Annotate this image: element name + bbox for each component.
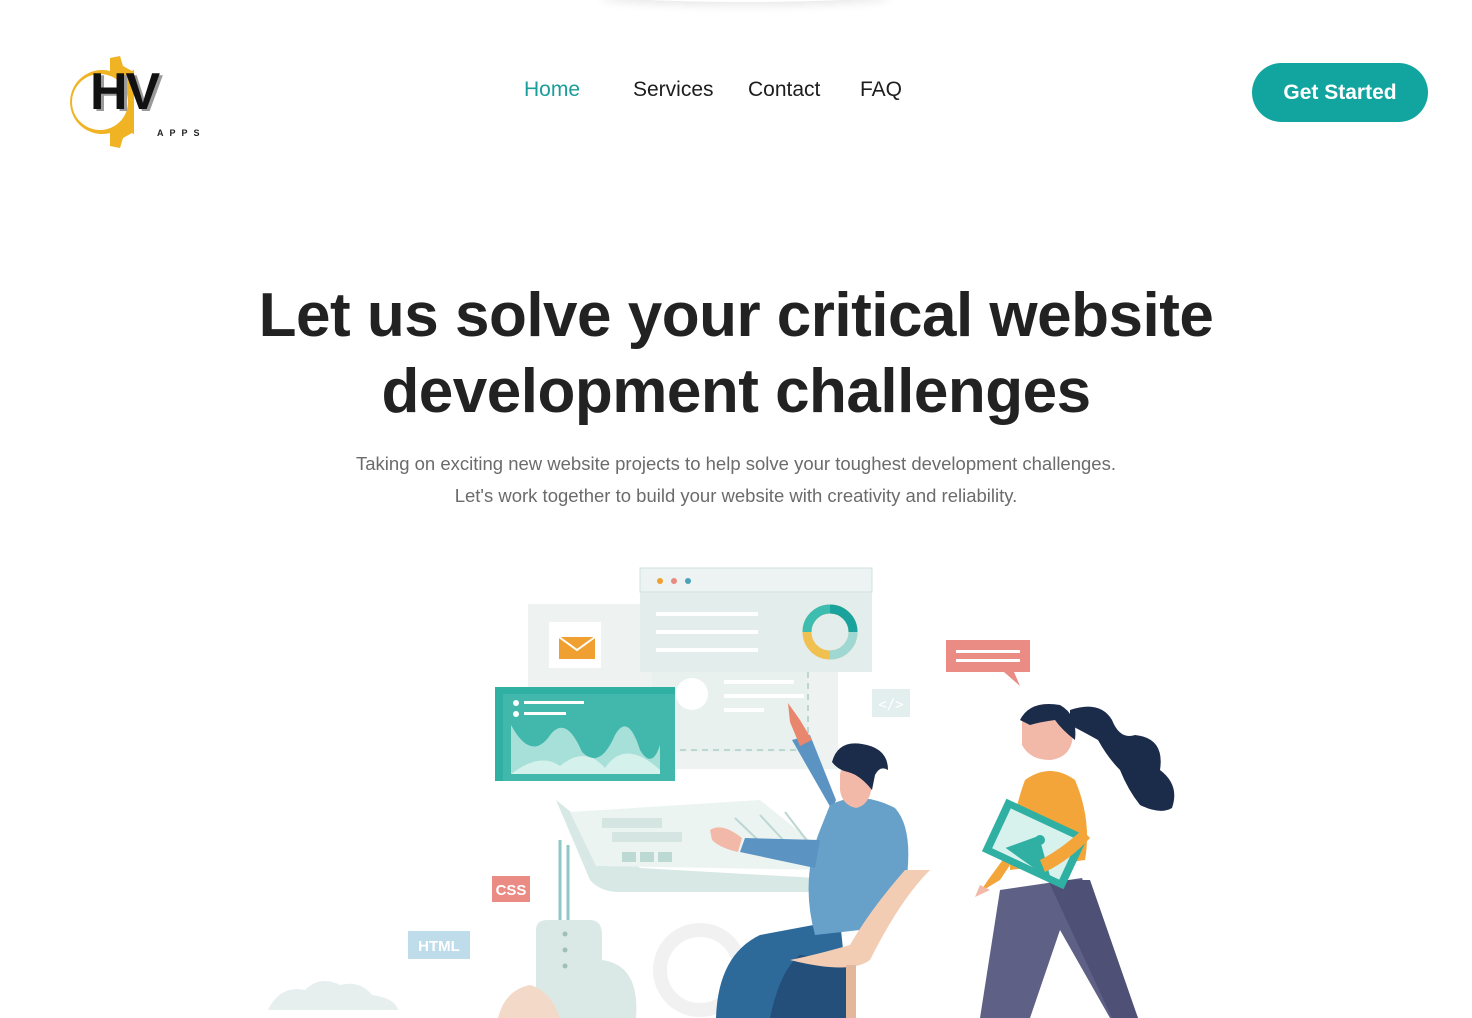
brand-logo[interactable]: HV APPS: [54, 44, 214, 162]
nav-item-home[interactable]: Home: [524, 78, 580, 102]
logo-subtext: APPS: [157, 128, 206, 138]
speech-bubble-icon: [946, 640, 1030, 686]
code-tag: </>: [878, 697, 903, 713]
hero-subtitle-line-2: Let's work together to build your websit…: [454, 485, 1018, 506]
chart-card-graphic: [495, 687, 675, 781]
hero-subtitle: Taking on exciting new website projects …: [286, 448, 1186, 512]
woman-figure: [975, 704, 1175, 1018]
hero-title-line-2: development challenges: [381, 357, 1091, 426]
get-started-button[interactable]: Get Started: [1252, 63, 1428, 122]
hero-title: Let us solve your critical website devel…: [236, 278, 1236, 430]
hero-illustration: </> CSS HTML: [268, 567, 1175, 1018]
html-tag: HTML: [418, 938, 460, 955]
nav-item-contact[interactable]: Contact: [748, 78, 820, 102]
site-header: HV APPS Home Services Contact FAQ Get St…: [0, 0, 1472, 180]
css-tag: CSS: [496, 882, 527, 899]
browser-window-graphic: [639, 567, 873, 672]
hero-title-line-1: Let us solve your critical website: [258, 281, 1214, 350]
hero-subtitle-line-1: Taking on exciting new website projects …: [356, 453, 1116, 474]
nav-item-faq[interactable]: FAQ: [860, 78, 902, 102]
cloud-icon: [268, 981, 398, 1010]
logo-text: HV: [90, 63, 160, 121]
nav-item-services[interactable]: Services: [633, 78, 714, 102]
